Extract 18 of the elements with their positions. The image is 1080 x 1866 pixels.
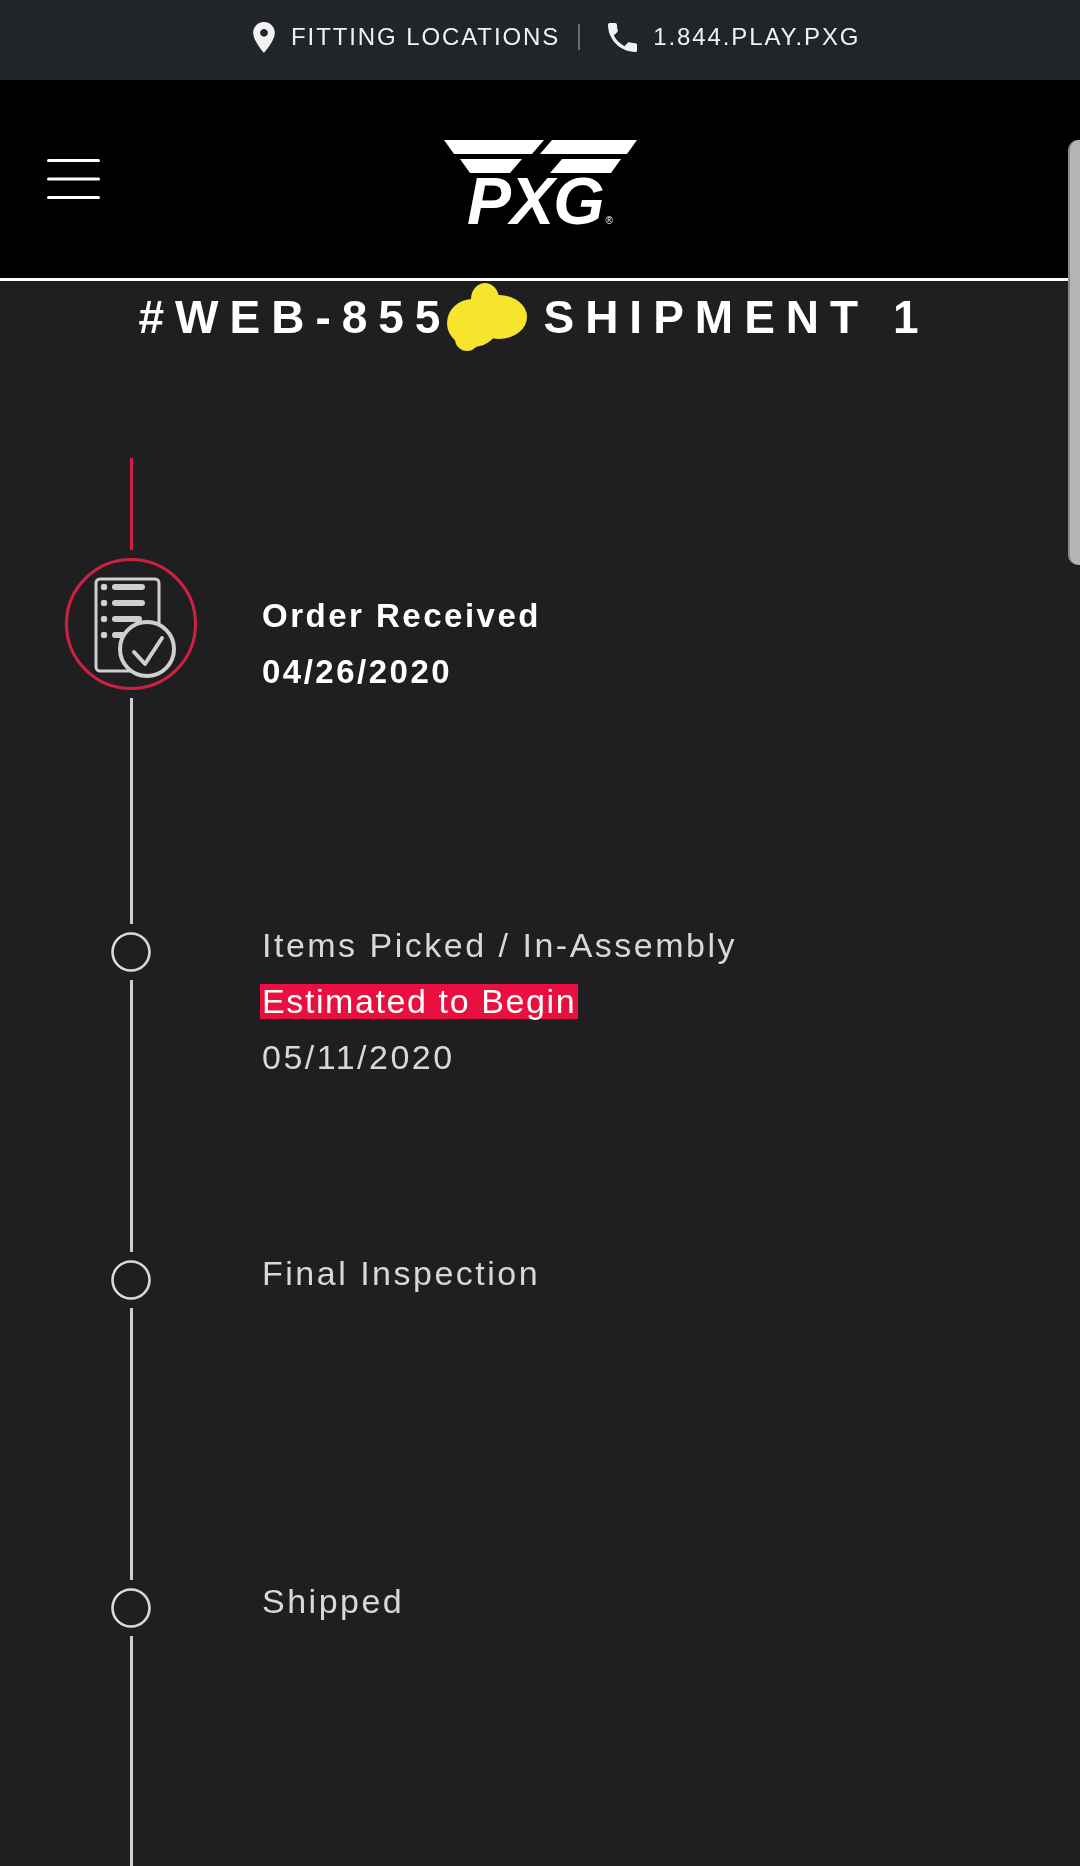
brand-logo-link[interactable]: PXG® xyxy=(443,140,637,226)
fitting-locations-link[interactable]: FITTING LOCATIONS xyxy=(253,21,561,53)
step-title: Order Received xyxy=(262,596,541,636)
step-date: 04/26/2020 xyxy=(262,652,454,692)
step-date: 05/11/2020 xyxy=(262,1037,456,1078)
menu-icon xyxy=(47,159,100,199)
step-title: Shipped xyxy=(262,1581,405,1622)
menu-button[interactable] xyxy=(47,159,100,199)
step-title: Final Inspection xyxy=(262,1253,541,1294)
location-pin-icon xyxy=(253,21,275,53)
order-number: #WEB-855 xyxy=(138,290,452,345)
logo-wings-icon xyxy=(443,140,637,175)
phone-icon xyxy=(608,22,638,52)
step-title: Items Picked / In-Assembly xyxy=(262,925,737,966)
phone-link[interactable]: 1.844.PLAY.PXG xyxy=(608,22,861,52)
scrollbar-thumb[interactable] xyxy=(1068,140,1080,565)
estimated-label: Estimated to Begin xyxy=(260,984,579,1019)
shipment-label: SHIPMENT 1 xyxy=(543,290,930,345)
